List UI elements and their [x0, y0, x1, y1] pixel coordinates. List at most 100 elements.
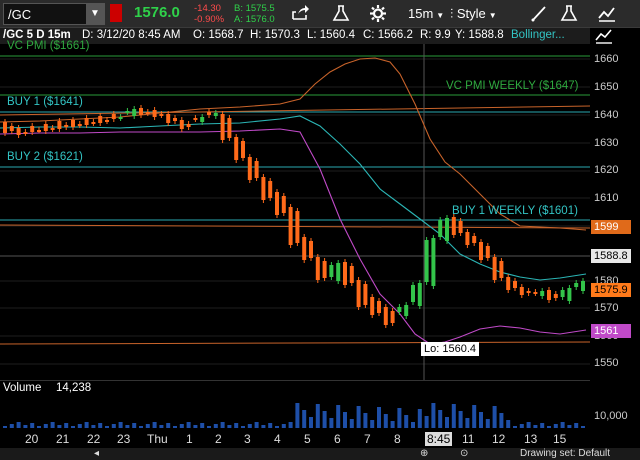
candle-body — [118, 117, 123, 119]
volume-bar — [50, 422, 55, 428]
time-tick: 22 — [87, 432, 101, 446]
volume-bar — [438, 410, 443, 428]
time-tick: 3 — [244, 432, 251, 446]
time-tick: 13 — [524, 432, 538, 446]
candle-body — [574, 283, 579, 287]
volume-bar — [77, 424, 82, 428]
vc-pmi-weekly-label: VC PMI WEEKLY ($1647) — [446, 80, 579, 92]
volume-bar — [288, 422, 293, 428]
share-icon[interactable] — [290, 4, 310, 23]
candle-body — [458, 221, 463, 233]
net-change: -14.30 — [194, 3, 221, 14]
volume-bar — [16, 422, 21, 428]
candle-body — [9, 126, 14, 131]
time-tick: 6 — [334, 432, 341, 446]
price-chart[interactable]: VC PMI ($1661) VC PMI WEEKLY ($1647) BUY… — [0, 40, 640, 380]
volume-bar — [383, 414, 388, 428]
studies-flask-icon[interactable] — [332, 4, 350, 23]
time-tick: 1 — [186, 432, 193, 446]
volume-bar — [526, 422, 531, 428]
volume-header: Volume 14,238 — [0, 380, 590, 398]
zoom-icon[interactable]: ⊕ — [420, 448, 428, 459]
tick-1620: 1620 — [594, 164, 619, 176]
candle-body — [247, 157, 252, 180]
datetime-value: D: 3/12/20 8:45 AM — [82, 29, 181, 41]
volume-bar — [445, 417, 449, 428]
volume-bar — [37, 426, 41, 428]
volume-bar — [254, 422, 259, 428]
interval-selector[interactable]: 15m ▼ — [408, 4, 444, 23]
candlestick-icon: ⫶ — [450, 6, 454, 21]
volume-bar — [513, 426, 517, 428]
candle-body — [397, 307, 402, 312]
candle-body — [57, 121, 62, 129]
candle-body — [329, 265, 334, 277]
candle-body — [560, 290, 565, 297]
candle-body — [145, 112, 150, 114]
time-tick: 5 — [304, 432, 311, 446]
drawing-tool-icon[interactable] — [530, 4, 548, 23]
candle-body — [16, 128, 21, 135]
candle-body — [336, 263, 341, 281]
volume-bar — [247, 424, 252, 428]
volume-bar — [492, 406, 497, 428]
tick-1650: 1650 — [594, 81, 619, 93]
chart-settings-icon[interactable] — [597, 4, 617, 23]
candle-body — [166, 114, 171, 123]
volume-bar — [159, 425, 164, 428]
candle-body — [472, 236, 477, 243]
flask-icon[interactable] — [560, 4, 578, 23]
low-price-callout: Lo: 1560.4 — [421, 342, 479, 356]
tick-1550: 1550 — [594, 357, 619, 369]
tick-1610: 1610 — [594, 192, 619, 204]
candle-body — [179, 120, 184, 129]
candle-body — [91, 122, 96, 124]
candle-body — [64, 125, 69, 127]
candle-body — [309, 241, 313, 258]
candle-body — [513, 281, 517, 288]
buy2-label: BUY 2 ($1621) — [7, 151, 83, 163]
last-price: 1576.0 — [134, 4, 180, 21]
candle-body — [207, 112, 211, 115]
time-axis: 20 21 22 23 Thu 1 2 3 4 5 6 7 8 8:45 11 12 13 15 — [0, 430, 640, 447]
pan-left-icon[interactable]: ◂ — [94, 448, 99, 459]
volume-bar — [417, 409, 422, 428]
pan-icon[interactable]: ⊙ — [460, 448, 468, 459]
volume-bar — [91, 425, 96, 428]
candle-body — [479, 242, 483, 260]
symbol-selector[interactable]: /GC ▼ — [3, 3, 105, 25]
volume-bar — [227, 425, 232, 428]
candle-body — [356, 280, 361, 307]
volume-bar — [533, 425, 538, 428]
volume-bar — [581, 426, 585, 428]
style-button[interactable]: ⫶ Style ▼ — [450, 4, 497, 23]
volume-bar — [485, 419, 490, 428]
candle-body — [173, 118, 177, 121]
volume-chart[interactable]: 10,000 — [0, 398, 640, 430]
price-tag-1588: 1588.8 — [591, 249, 631, 263]
volume-bar — [234, 423, 239, 428]
volume-bar — [241, 426, 245, 428]
volume-bar — [220, 422, 225, 428]
volume-axis-10000: 10,000 — [594, 410, 628, 422]
style-chevron-icon: ▼ — [488, 11, 497, 20]
volume-value: 14,238 — [56, 382, 92, 394]
price-tag-1561: 1561 — [591, 324, 631, 338]
interval-label: 15m — [408, 6, 434, 21]
volume-bar — [105, 426, 109, 428]
candle-body — [485, 246, 490, 258]
volume-bar — [179, 424, 184, 428]
volume-bar — [111, 424, 116, 428]
volume-bar — [431, 403, 436, 428]
volume-bar — [145, 424, 150, 428]
percent-change: -0.90% — [194, 14, 225, 25]
gear-icon[interactable] — [369, 4, 387, 23]
volume-bar — [268, 423, 273, 428]
tick-1630: 1630 — [594, 137, 619, 149]
chevron-down-icon[interactable]: ▼ — [86, 4, 104, 24]
candle-body — [465, 232, 470, 245]
flag-icon[interactable] — [110, 4, 122, 22]
volume-bar — [519, 424, 524, 428]
candle-body — [43, 124, 48, 131]
study-label[interactable]: Bollinger... — [511, 29, 565, 41]
